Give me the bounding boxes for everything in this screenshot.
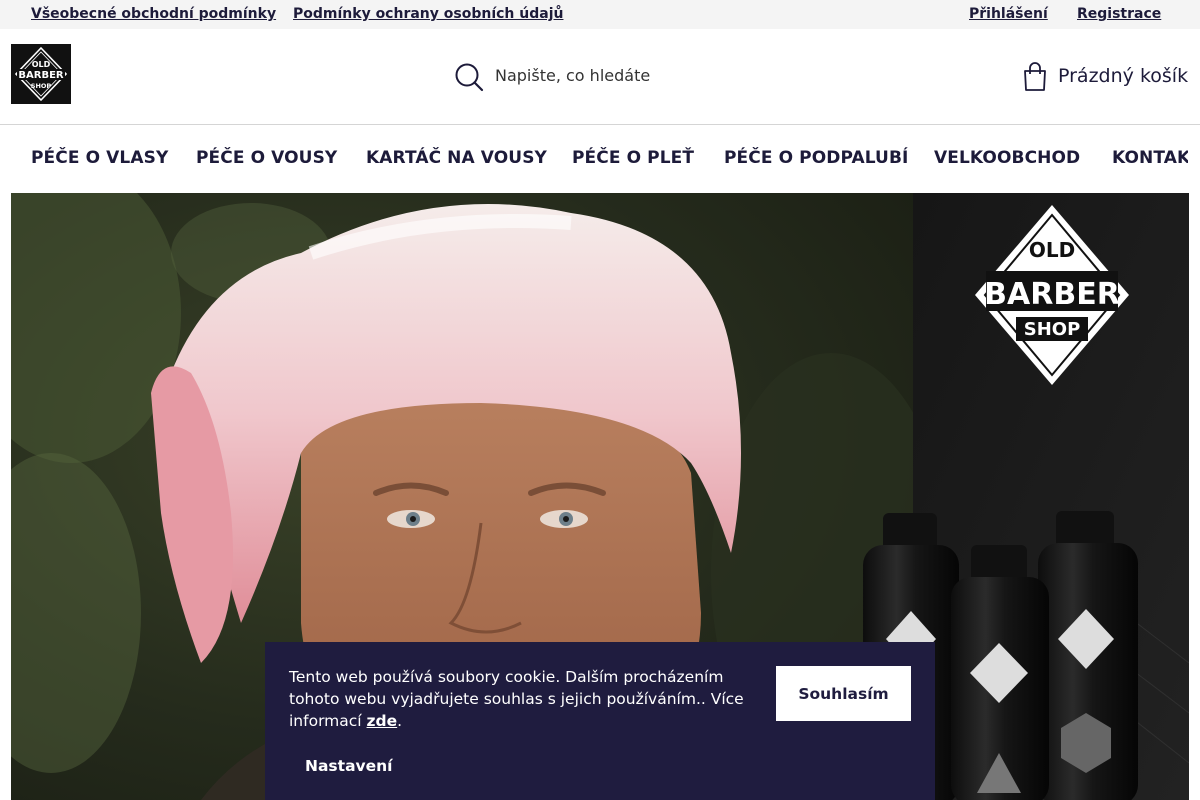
- svg-text:BARBER: BARBER: [18, 70, 64, 81]
- cookie-more-info-link[interactable]: zde: [367, 712, 398, 730]
- login-link[interactable]: Přihlášení: [969, 6, 1048, 22]
- site-logo[interactable]: OLD BARBER SHOP: [11, 44, 71, 104]
- cookie-accept-button[interactable]: Souhlasím: [776, 666, 911, 721]
- cart-label[interactable]: Prázdný košík: [1058, 65, 1188, 87]
- search-input[interactable]: Napište, co hledáte: [495, 66, 650, 85]
- svg-text:BARBER: BARBER: [984, 277, 1120, 312]
- shopping-bag-icon: [1024, 62, 1046, 91]
- nav-item-skin-care[interactable]: PÉČE O PLEŤ: [572, 148, 694, 168]
- nav-item-body-care[interactable]: PÉČE O PODPALUBÍ: [724, 148, 908, 168]
- nav-item-contact[interactable]: KONTAKT: [1112, 148, 1188, 168]
- cookie-message: Tento web používá soubory cookie. Dalším…: [289, 666, 749, 732]
- svg-text:OLD: OLD: [32, 60, 51, 69]
- cookie-message-text: Tento web používá soubory cookie. Dalším…: [289, 668, 744, 730]
- nav-item-beard-brush[interactable]: KARTÁČ NA VOUSY: [366, 148, 547, 168]
- cookie-banner: Tento web používá soubory cookie. Dalším…: [265, 642, 935, 800]
- barber-logo-icon: OLD BARBER SHOP: [11, 44, 71, 104]
- search-box[interactable]: Napište, co hledáte: [454, 61, 754, 92]
- terms-link[interactable]: Všeobecné obchodní podmínky: [31, 6, 276, 22]
- privacy-link[interactable]: Podmínky ochrany osobních údajů: [293, 6, 563, 22]
- cookie-settings-button[interactable]: Nastavení: [305, 757, 393, 775]
- nav-item-beard-care[interactable]: PÉČE O VOUSY: [196, 148, 337, 168]
- search-icon[interactable]: [454, 62, 484, 92]
- cart[interactable]: Prázdný košík: [1022, 62, 1189, 92]
- svg-text:SHOP: SHOP: [1024, 319, 1081, 340]
- svg-text:OLD: OLD: [1029, 238, 1075, 262]
- nav-item-wholesale[interactable]: VELKOOBCHOD: [934, 148, 1080, 168]
- top-utility-bar: Všeobecné obchodní podmínky Podmínky och…: [0, 0, 1200, 29]
- svg-text:SHOP: SHOP: [31, 82, 52, 90]
- nav-item-hair-care[interactable]: PÉČE O VLASY: [31, 148, 168, 168]
- register-link[interactable]: Registrace: [1077, 6, 1161, 22]
- main-navigation: PÉČE O VLASY PÉČE O VOUSY KARTÁČ NA VOUS…: [0, 125, 1188, 192]
- site-header: OLD BARBER SHOP Napište, co hledáte Práz…: [0, 29, 1200, 125]
- cookie-message-period: .: [397, 712, 403, 730]
